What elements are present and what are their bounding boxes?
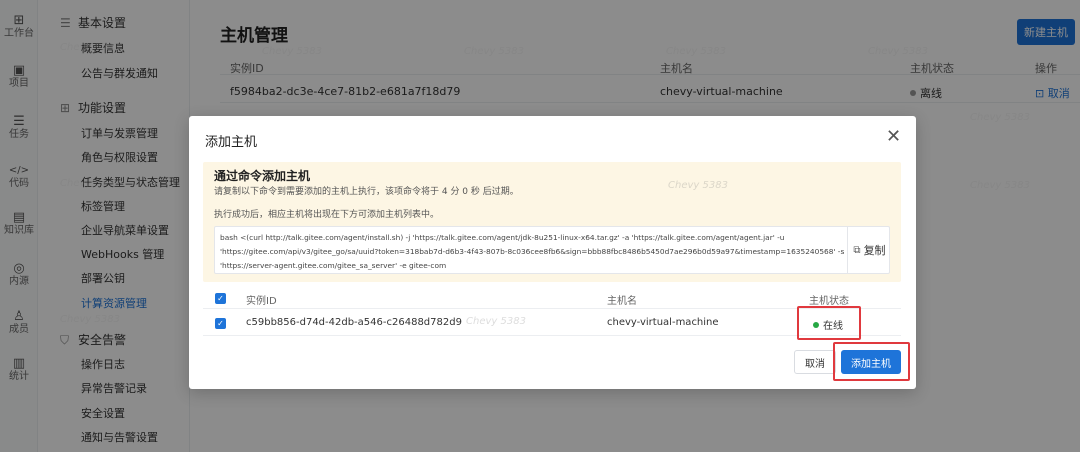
host-id: c59bb856-d74d-42db-a546-c26488d782d9: [246, 317, 462, 328]
table-header: ✓ 实例ID 主机名 主机状态: [203, 287, 901, 309]
dialog-title: 添加主机: [205, 135, 258, 150]
host-name: chevy-virtual-machine: [607, 317, 719, 328]
command-line: 'https://server-agent.gitee.com/gitee_sa…: [220, 261, 447, 270]
tip-description: 请复制以下命令到需要添加的主机上执行，该项命令将于 4 分 0 秒 后过期。: [214, 187, 519, 197]
copy-icon: ⧉: [853, 244, 861, 256]
watermark: Chevy 5383: [970, 112, 1030, 123]
cancel-button[interactable]: 取消: [794, 350, 836, 374]
watermark: Chevy 5383: [60, 42, 120, 53]
command-box: bash <(curl http://talk.gitee.com/agent/…: [214, 226, 890, 274]
copy-label: 复制: [863, 244, 886, 257]
status-highlight-box: [797, 306, 861, 340]
watermark: Chevy 5383: [970, 180, 1030, 191]
row-checkbox[interactable]: ✓: [215, 318, 226, 329]
copy-button[interactable]: ⧉ 复制: [847, 227, 891, 273]
watermark: Chevy 5383: [262, 46, 322, 57]
close-icon[interactable]: ✕: [886, 128, 901, 146]
add-button-highlight-box: [833, 342, 910, 381]
watermark: Chevy 5383: [666, 46, 726, 57]
command-tip-panel: 通过命令添加主机 请复制以下命令到需要添加的主机上执行，该项命令将于 4 分 0…: [203, 162, 901, 282]
select-all-checkbox[interactable]: ✓: [215, 293, 226, 304]
watermark: Chevy 5383: [668, 180, 728, 191]
command-text[interactable]: bash <(curl http://talk.gitee.com/agent/…: [220, 231, 845, 273]
watermark: Chevy 5383: [868, 46, 928, 57]
watermark: Chevy 5383: [60, 178, 120, 189]
add-host-dialog: 添加主机 ✕ 通过命令添加主机 请复制以下命令到需要添加的主机上执行，该项命令将…: [189, 116, 916, 389]
tip-description-2: 执行成功后，相应主机将出现在下方可添加主机列表中。: [214, 210, 440, 220]
column-header-name: 主机名: [607, 296, 637, 307]
watermark: Chevy 5383: [466, 316, 526, 327]
command-line: bash <(curl http://talk.gitee.com/agent/…: [220, 233, 785, 242]
watermark: Chevy 5383: [60, 314, 120, 325]
watermark: Chevy 5383: [464, 46, 524, 57]
command-line: 'https://gitee.com/api/v3/gitee_go/sa/uu…: [220, 247, 845, 256]
column-header-id: 实例ID: [246, 296, 277, 307]
column-header-status: 主机状态: [809, 296, 849, 307]
tip-title: 通过命令添加主机: [214, 169, 311, 183]
